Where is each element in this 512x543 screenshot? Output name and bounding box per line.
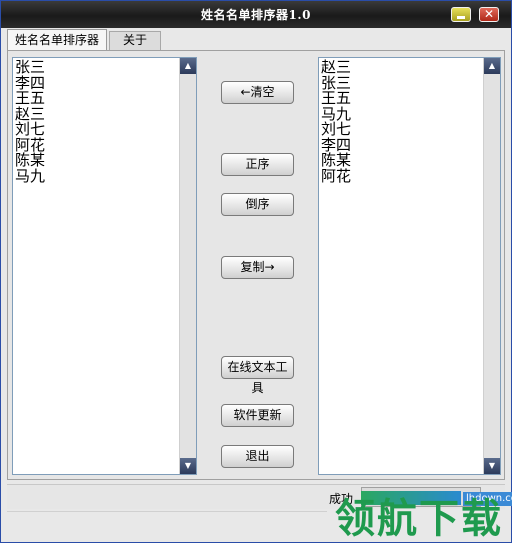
close-button[interactable]: ✕ <box>479 7 499 22</box>
descending-sort-button[interactable]: 倒序 <box>221 193 294 216</box>
input-name-list[interactable]: 张三 李四 王五 赵三 刘七 阿花 陈某 马九 ▲ ▼ <box>12 57 197 475</box>
exit-button[interactable]: 退出 <box>221 445 294 468</box>
online-tools-button[interactable]: 在线文本工具 <box>221 356 294 395</box>
list-item: 阿花 <box>321 166 352 185</box>
ascending-sort-button[interactable]: 正序 <box>221 153 294 176</box>
input-list-text[interactable]: 张三 李四 王五 赵三 刘七 阿花 陈某 马九 <box>15 59 46 185</box>
output-name-list[interactable]: 赵三 张三 王五 马九 刘七 李四 陈某 阿花 ▲ ▼ <box>318 57 501 475</box>
scroll-down-icon[interactable]: ▼ <box>180 458 196 474</box>
scroll-up-icon[interactable]: ▲ <box>180 58 196 74</box>
watermark-logo: 领航下载 <box>335 496 503 542</box>
right-scrollbar[interactable]: ▲ ▼ <box>483 58 500 474</box>
left-scrollbar[interactable]: ▲ ▼ <box>179 58 196 474</box>
clear-button[interactable]: ←清空 <box>221 81 294 104</box>
tab-sorter[interactable]: 姓名名单排序器 <box>7 29 107 50</box>
close-icon: ✕ <box>483 7 495 21</box>
output-list-text[interactable]: 赵三 张三 王五 马九 刘七 李四 陈某 阿花 <box>321 59 352 185</box>
scroll-down-icon[interactable]: ▼ <box>484 458 500 474</box>
copy-button[interactable]: 复制→ <box>221 256 294 279</box>
minimize-button[interactable] <box>451 7 471 22</box>
tab-strip: 姓名名单排序器 关于 <box>5 29 509 50</box>
tab-about[interactable]: 关于 <box>109 31 161 50</box>
minimize-icon <box>457 16 465 19</box>
title-bar[interactable]: 姓名名单排序器1.0 ✕ <box>1 1 511 28</box>
scroll-up-icon[interactable]: ▲ <box>484 58 500 74</box>
bottom-strip <box>7 511 327 536</box>
list-item: 马九 <box>15 166 46 185</box>
window-title: 姓名名单排序器1.0 <box>201 8 311 22</box>
software-update-button[interactable]: 软件更新 <box>221 404 294 427</box>
app-window: 姓名名单排序器1.0 ✕ 姓名名单排序器 关于 张三 李四 王五 赵三 刘七 阿… <box>0 0 512 543</box>
